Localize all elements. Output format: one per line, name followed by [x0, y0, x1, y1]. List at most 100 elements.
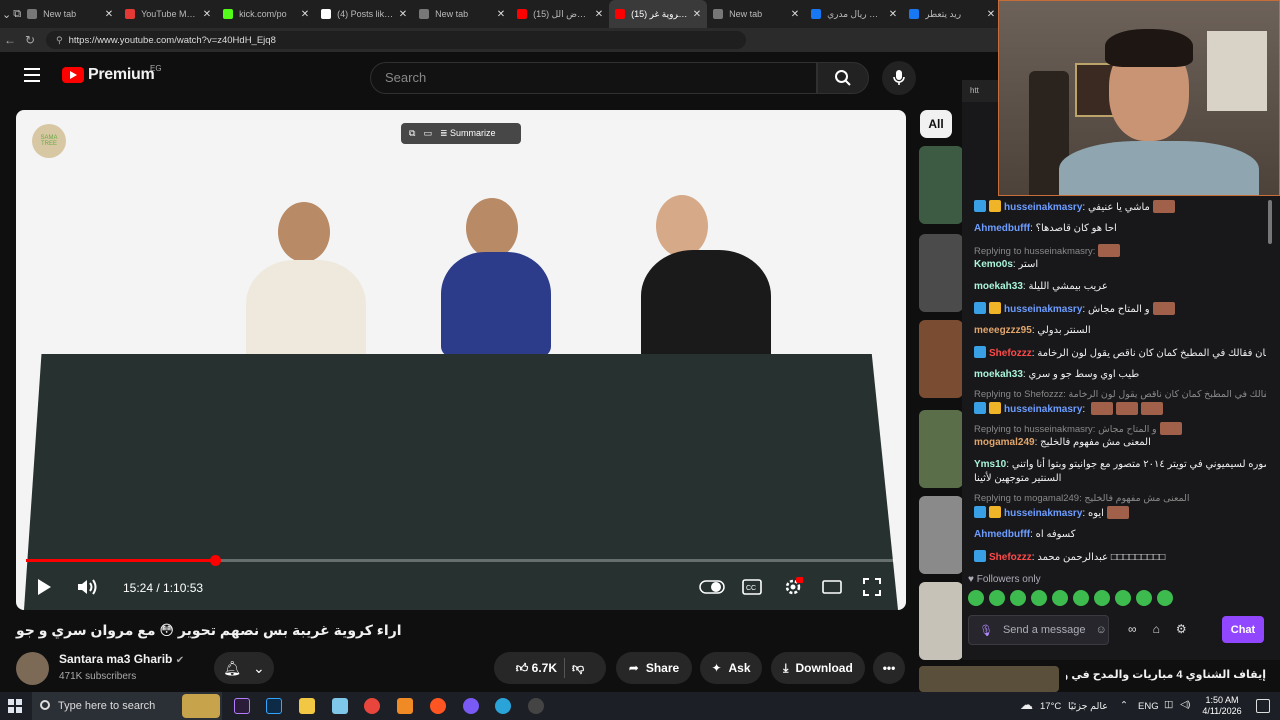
- more-actions-button[interactable]: •••: [873, 652, 905, 684]
- related-video-title[interactable]: إيقاف الشناوي 4 مباريات والمدح في وفا و: [1066, 668, 1266, 681]
- premiere-pro-icon[interactable]: [234, 698, 250, 714]
- chat-username[interactable]: mogamal249: [974, 437, 1035, 448]
- search-input[interactable]: Search: [370, 62, 817, 94]
- chat-username[interactable]: moekah33: [974, 281, 1023, 292]
- channel-name[interactable]: Santara ma3 Gharib ✔: [59, 652, 184, 666]
- emote-icon[interactable]: [968, 590, 984, 606]
- browser-tab[interactable]: (4) Posts liked by ✕: [315, 0, 413, 28]
- close-tab-icon[interactable]: ✕: [203, 9, 211, 20]
- emote-icon[interactable]: [1073, 590, 1089, 606]
- weather-temp[interactable]: 17°C: [1040, 701, 1061, 712]
- related-video-thumbnail[interactable]: [919, 146, 963, 224]
- chevron-up-icon[interactable]: ⌃: [1120, 700, 1128, 711]
- brave-icon[interactable]: [430, 698, 446, 714]
- site-info-icon[interactable]: ⚲: [56, 35, 63, 46]
- youtube-premium-logo[interactable]: Premium EG: [62, 64, 162, 84]
- related-video-thumbnail[interactable]: [919, 666, 1059, 692]
- crown-badge-icon[interactable]: [989, 506, 1001, 518]
- dislike-button[interactable]: 👎︎: [572, 661, 584, 676]
- related-video-thumbnail[interactable]: [919, 234, 963, 312]
- search-button[interactable]: [817, 62, 869, 94]
- og-badge-icon[interactable]: [974, 200, 986, 212]
- chat-username[interactable]: moekah33: [974, 369, 1023, 380]
- browser-tab[interactable]: New tab ✕: [21, 0, 119, 28]
- clock[interactable]: 1:50 AM 4/11/2026: [1196, 695, 1248, 717]
- chat-username[interactable]: husseinakmasry: [1004, 304, 1082, 315]
- chat-username[interactable]: husseinakmasry: [1004, 404, 1082, 415]
- picture-in-picture-icon[interactable]: ⧉: [409, 128, 415, 139]
- og-badge-icon[interactable]: [974, 302, 986, 314]
- like-button[interactable]: 👍︎ 6.7K: [516, 661, 557, 676]
- store-icon[interactable]: ⌂: [1153, 622, 1160, 636]
- autoplay-toggle[interactable]: [699, 577, 725, 597]
- windows-start-icon[interactable]: [8, 699, 22, 713]
- chat-username[interactable]: husseinakmasry: [1004, 508, 1082, 519]
- vlc-icon[interactable]: [397, 698, 413, 714]
- browser-tab[interactable]: (15) أنا مرض الل ✕: [511, 0, 609, 28]
- download-button[interactable]: ⤓ Download: [771, 652, 865, 684]
- related-video-thumbnail[interactable]: [919, 320, 963, 398]
- url-field[interactable]: ⚲ https://www.youtube.com/watch?v=z40HdH_…: [46, 31, 746, 49]
- browser-tab[interactable]: (15) اراء كروية غر ✕: [609, 0, 708, 28]
- crown-badge-icon[interactable]: [989, 200, 1001, 212]
- photoshop-icon[interactable]: [266, 698, 282, 714]
- summarize-toolbar[interactable]: ⧉ ▭ ≣ Summarize: [401, 123, 521, 144]
- subscription-bell-button[interactable]: 🔔︎ ⌄: [214, 652, 274, 684]
- settings-button[interactable]: [782, 576, 804, 598]
- theater-mode-button[interactable]: [822, 577, 842, 597]
- chat-username[interactable]: Shefozzz: [989, 552, 1032, 563]
- related-video-thumbnail[interactable]: [919, 496, 963, 574]
- ask-button[interactable]: ✦ Ask: [700, 652, 762, 684]
- browser-tab[interactable]: مشاكل ريال مدري ✕: [805, 0, 903, 28]
- screenshot-icon[interactable]: ▭: [423, 128, 432, 139]
- file-explorer-icon[interactable]: [299, 698, 315, 714]
- browser-tab[interactable]: ريد يتعطر ✕: [903, 0, 1001, 28]
- emote-icon[interactable]: [1157, 590, 1173, 606]
- discord-icon[interactable]: [463, 698, 479, 714]
- video-player[interactable]: SAMA TREE ⧉ ▭ ≣ Summarize 15:24 / 1:10:5…: [16, 110, 906, 610]
- close-tab-icon[interactable]: ✕: [889, 9, 897, 20]
- chat-scrollbar[interactable]: [1268, 200, 1272, 244]
- send-chat-button[interactable]: Chat: [1222, 616, 1264, 643]
- related-video-thumbnail[interactable]: [919, 410, 963, 488]
- chat-log[interactable]: husseinakmasry: ماشي يا عنيفي Ahmedbufff:…: [966, 196, 1266, 568]
- share-button[interactable]: ➦ Share: [616, 652, 692, 684]
- og-badge-icon[interactable]: [974, 506, 986, 518]
- obs-icon[interactable]: [528, 698, 544, 714]
- emote-icon[interactable]: [1094, 590, 1110, 606]
- chat-message-input[interactable]: 🎙︎ Send a message ☺: [968, 615, 1109, 645]
- browser-tab[interactable]: New tab ✕: [413, 0, 511, 28]
- volume-icon[interactable]: ◁): [1180, 699, 1190, 710]
- emote-icon[interactable]: [1136, 590, 1152, 606]
- taskbar-search-input[interactable]: Type here to search: [32, 692, 222, 720]
- close-tab-icon[interactable]: ✕: [987, 9, 995, 20]
- filter-chip-all[interactable]: All: [920, 110, 952, 138]
- close-tab-icon[interactable]: ✕: [399, 9, 407, 20]
- voice-search-button[interactable]: [882, 61, 916, 95]
- back-icon[interactable]: ←: [0, 33, 20, 47]
- edge-icon[interactable]: [495, 698, 511, 714]
- weather-icon[interactable]: ☁: [1020, 697, 1033, 713]
- close-tab-icon[interactable]: ✕: [497, 9, 505, 20]
- language-indicator[interactable]: ENG: [1138, 701, 1159, 712]
- chat-username[interactable]: husseinakmasry: [1004, 202, 1082, 213]
- chrome-icon[interactable]: [364, 698, 380, 714]
- chat-username[interactable]: Kemo0s: [974, 259, 1013, 270]
- reload-icon[interactable]: ↻: [20, 33, 40, 47]
- emote-icon[interactable]: [1031, 590, 1047, 606]
- microphone-icon[interactable]: 🎙︎: [979, 624, 993, 637]
- network-icon[interactable]: ◫: [1164, 699, 1173, 710]
- workspaces-icon[interactable]: ⧉: [13, 2, 21, 26]
- og-badge-icon[interactable]: [974, 346, 986, 358]
- extensions-icon[interactable]: ∞: [1128, 622, 1137, 636]
- emote-icon[interactable]: [1115, 590, 1131, 606]
- chat-username[interactable]: Ahmedbufff: [974, 223, 1030, 234]
- crown-badge-icon[interactable]: [989, 302, 1001, 314]
- progress-bar[interactable]: [26, 555, 896, 566]
- og-badge-icon[interactable]: [974, 550, 986, 562]
- volume-button[interactable]: [76, 577, 98, 597]
- close-tab-icon[interactable]: ✕: [595, 9, 603, 20]
- summarize-button[interactable]: ≣ Summarize: [440, 128, 496, 139]
- browser-tab[interactable]: YouTube Music ✕: [119, 0, 217, 28]
- close-tab-icon[interactable]: ✕: [693, 9, 701, 20]
